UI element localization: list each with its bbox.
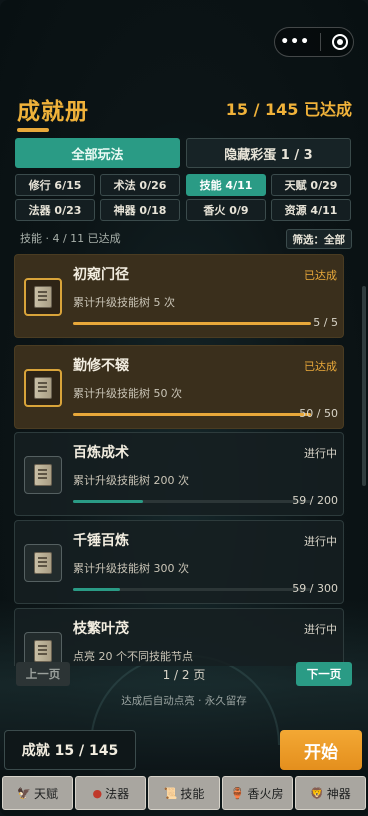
progress-count: 50 / 50 xyxy=(299,407,338,420)
title-underline xyxy=(17,128,49,132)
achievement-icon-frame xyxy=(24,632,62,666)
achievement-name: 百炼成术 xyxy=(73,445,129,461)
achievement-count-badge[interactable]: 成就 15 / 145 xyxy=(4,730,136,770)
tab-incense-room[interactable]: 🏺 香火房 xyxy=(221,776,293,810)
achievement-name: 枝繁叶茂 xyxy=(73,621,129,637)
achievement-name: 千锤百炼 xyxy=(73,533,129,549)
achievement-icon-frame xyxy=(24,369,62,407)
skill-icon: 📜 xyxy=(163,786,178,800)
total-progress: 15 / 145 已达成 xyxy=(225,100,352,119)
category-artifacts[interactable]: 法器 0/23 xyxy=(15,199,95,221)
progress-count: 59 / 300 xyxy=(292,582,338,595)
tab-label: 神器 xyxy=(326,786,351,801)
more-menu-icon[interactable]: ••• xyxy=(280,34,310,50)
bottom-tabbar: 🦅 天赋 ● 法器 📜 技能 🏺 香火房 🦁 神器 xyxy=(0,776,368,816)
achievement-status: 进行中 xyxy=(304,447,337,460)
capsule-divider xyxy=(320,33,322,51)
tab-skill[interactable]: 📜 技能 xyxy=(148,776,220,810)
tab-label: 香火房 xyxy=(247,786,284,801)
progress-count: 59 / 200 xyxy=(292,494,338,507)
skill-book-icon xyxy=(34,552,52,574)
achievement-card[interactable]: 勤修不辍 累计升级技能树 50 次 已达成 50 / 50 xyxy=(14,345,344,429)
tab-relic[interactable]: 🦁 神器 xyxy=(294,776,367,810)
progress-bar xyxy=(73,413,311,416)
app-screen: ••• 成就册 15 / 145 已达成 全部玩法 隐藏彩蛋 1 / 3 修行 … xyxy=(0,0,368,816)
achievement-desc: 累计升级技能树 50 次 xyxy=(73,387,182,400)
next-page-button[interactable]: 下一页 xyxy=(296,662,352,686)
tab-talent[interactable]: 🦅 天赋 xyxy=(2,776,74,810)
progress-fill xyxy=(73,588,120,591)
achievement-status: 进行中 xyxy=(304,535,337,548)
progress-bar xyxy=(73,322,311,325)
skill-book-icon xyxy=(34,640,52,662)
progress-fill xyxy=(73,322,311,325)
skill-book-icon xyxy=(34,377,52,399)
tab-label: 法器 xyxy=(105,786,130,801)
achievement-card[interactable]: 百炼成术 累计升级技能树 200 次 进行中 59 / 200 xyxy=(14,432,344,516)
incense-icon: 🏺 xyxy=(230,786,245,800)
miniprogram-capsule: ••• xyxy=(274,27,354,57)
achievement-status: 已达成 xyxy=(304,269,337,282)
relic-icon: 🦁 xyxy=(310,786,324,800)
category-relics[interactable]: 神器 0/18 xyxy=(100,199,180,221)
achievement-card[interactable]: 初窥门径 累计升级技能树 5 次 已达成 5 / 5 xyxy=(14,254,344,338)
talent-icon: 🦅 xyxy=(17,786,31,800)
achievement-list[interactable]: 初窥门径 累计升级技能树 5 次 已达成 5 / 5 勤修不辍 累计升级技能树 … xyxy=(14,254,348,666)
auto-unlock-hint: 达成后自动点亮 · 永久留存 xyxy=(121,695,247,707)
progress-bar xyxy=(73,588,311,591)
progress-count: 5 / 5 xyxy=(313,316,338,329)
tab-hidden-eggs[interactable]: 隐藏彩蛋 1 / 3 xyxy=(186,138,351,168)
tab-artifact[interactable]: ● 法器 xyxy=(75,776,147,810)
tab-label: 技能 xyxy=(180,786,205,801)
category-resources[interactable]: 资源 4/11 xyxy=(271,199,351,221)
achievement-card[interactable]: 千锤百炼 累计升级技能树 300 次 进行中 59 / 300 xyxy=(14,520,344,604)
achievement-status: 已达成 xyxy=(304,360,337,373)
skill-book-icon xyxy=(34,464,52,486)
category-skills[interactable]: 技能 4/11 xyxy=(186,174,266,196)
tab-all-gameplay[interactable]: 全部玩法 xyxy=(15,138,180,168)
achievement-desc: 点亮 20 个不同技能节点 xyxy=(73,650,193,663)
achievement-name: 勤修不辍 xyxy=(73,358,129,374)
achievement-desc: 累计升级技能树 5 次 xyxy=(73,296,175,309)
list-scrollbar[interactable] xyxy=(362,286,366,486)
achievement-icon-frame xyxy=(24,456,62,494)
achievement-name: 初窥门径 xyxy=(73,267,129,283)
progress-bar xyxy=(73,500,311,503)
achievement-card[interactable]: 枝繁叶茂 点亮 20 个不同技能节点 进行中 xyxy=(14,608,344,666)
category-incense[interactable]: 香火 0/9 xyxy=(186,199,266,221)
category-talents[interactable]: 天赋 0/29 xyxy=(271,174,351,196)
filter-button[interactable]: 筛选：全部 xyxy=(285,229,352,249)
artifact-icon: ● xyxy=(92,786,103,800)
category-cultivation[interactable]: 修行 6/15 xyxy=(15,174,95,196)
progress-fill xyxy=(73,500,144,503)
achievement-icon-frame xyxy=(24,544,62,582)
achievement-desc: 累计升级技能树 300 次 xyxy=(73,562,189,575)
achievement-status: 进行中 xyxy=(304,623,337,636)
tab-label: 天赋 xyxy=(33,786,58,801)
page-title: 成就册 xyxy=(17,99,89,125)
progress-fill xyxy=(73,413,311,416)
category-summary: 技能 · 4 / 11 已达成 xyxy=(20,232,121,245)
achievement-icon-frame xyxy=(24,278,62,316)
start-button[interactable]: 开始 xyxy=(280,730,362,770)
category-spells[interactable]: 术法 0/26 xyxy=(100,174,180,196)
achievement-desc: 累计升级技能树 200 次 xyxy=(73,474,189,487)
close-target-icon[interactable] xyxy=(331,34,348,50)
skill-book-icon xyxy=(34,286,52,308)
